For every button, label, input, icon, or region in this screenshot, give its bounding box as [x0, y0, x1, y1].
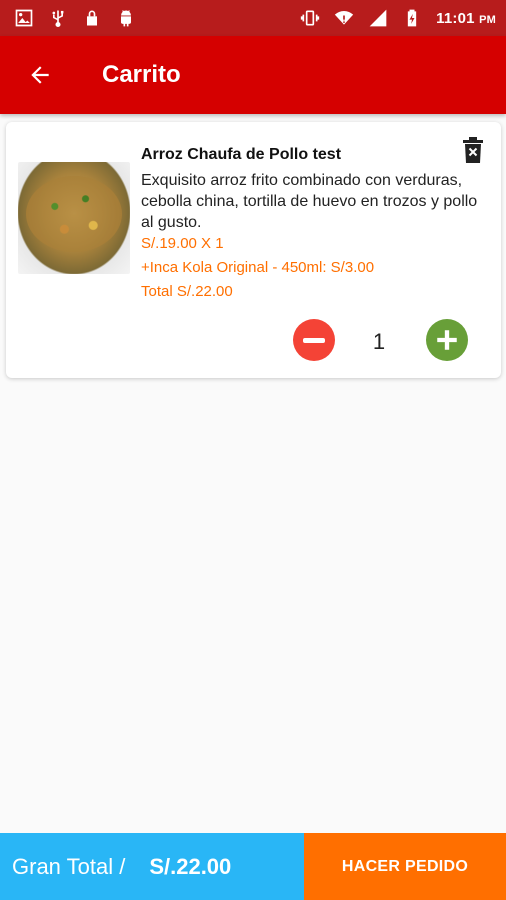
delete-button[interactable]	[461, 136, 485, 164]
back-button[interactable]	[10, 36, 70, 114]
status-time: 11:01 PM	[436, 9, 496, 27]
minus-icon	[303, 337, 325, 343]
signal-icon	[368, 8, 388, 28]
item-total-line: Total S/.22.00	[141, 283, 233, 300]
place-order-button[interactable]: HACER PEDIDO	[304, 833, 506, 900]
usb-icon	[48, 8, 68, 28]
item-extra-line: +Inca Kola Original - 450ml: S/3.00	[141, 259, 375, 276]
android-icon	[116, 8, 136, 28]
status-bar: 11:01 PM	[0, 0, 506, 36]
decrease-quantity-button[interactable]	[293, 319, 335, 361]
item-price-line: S/.19.00 X 1	[141, 235, 224, 252]
grand-total-label: Gran Total /	[12, 853, 126, 879]
dish-image	[18, 162, 130, 274]
grand-total: Gran Total / S/.22.00	[0, 833, 304, 900]
lock-icon	[82, 8, 102, 28]
plus-icon	[437, 330, 457, 350]
bottom-bar: Gran Total / S/.22.00 HACER PEDIDO	[0, 833, 506, 900]
item-description: Exquisito arroz frito combinado con verd…	[141, 172, 478, 231]
page-title: Carrito	[102, 61, 181, 88]
image-icon	[14, 8, 34, 28]
vibrate-icon	[300, 8, 320, 28]
cart-item-card: Arroz Chaufa de Pollo test Exquisito arr…	[6, 122, 501, 378]
arrow-back-icon	[31, 66, 49, 84]
delete-icon	[463, 137, 483, 163]
battery-charging-icon	[402, 8, 422, 28]
toolbar: Carrito	[0, 36, 506, 114]
status-right-icons: 11:01 PM	[300, 8, 496, 28]
wifi-icon	[334, 8, 354, 28]
grand-total-value: S/.22.00	[149, 853, 232, 879]
quantity-value: 1	[372, 329, 386, 354]
increase-quantity-button[interactable]	[426, 319, 468, 361]
status-left-icons	[14, 8, 136, 28]
item-name: Arroz Chaufa de Pollo test	[141, 146, 342, 163]
